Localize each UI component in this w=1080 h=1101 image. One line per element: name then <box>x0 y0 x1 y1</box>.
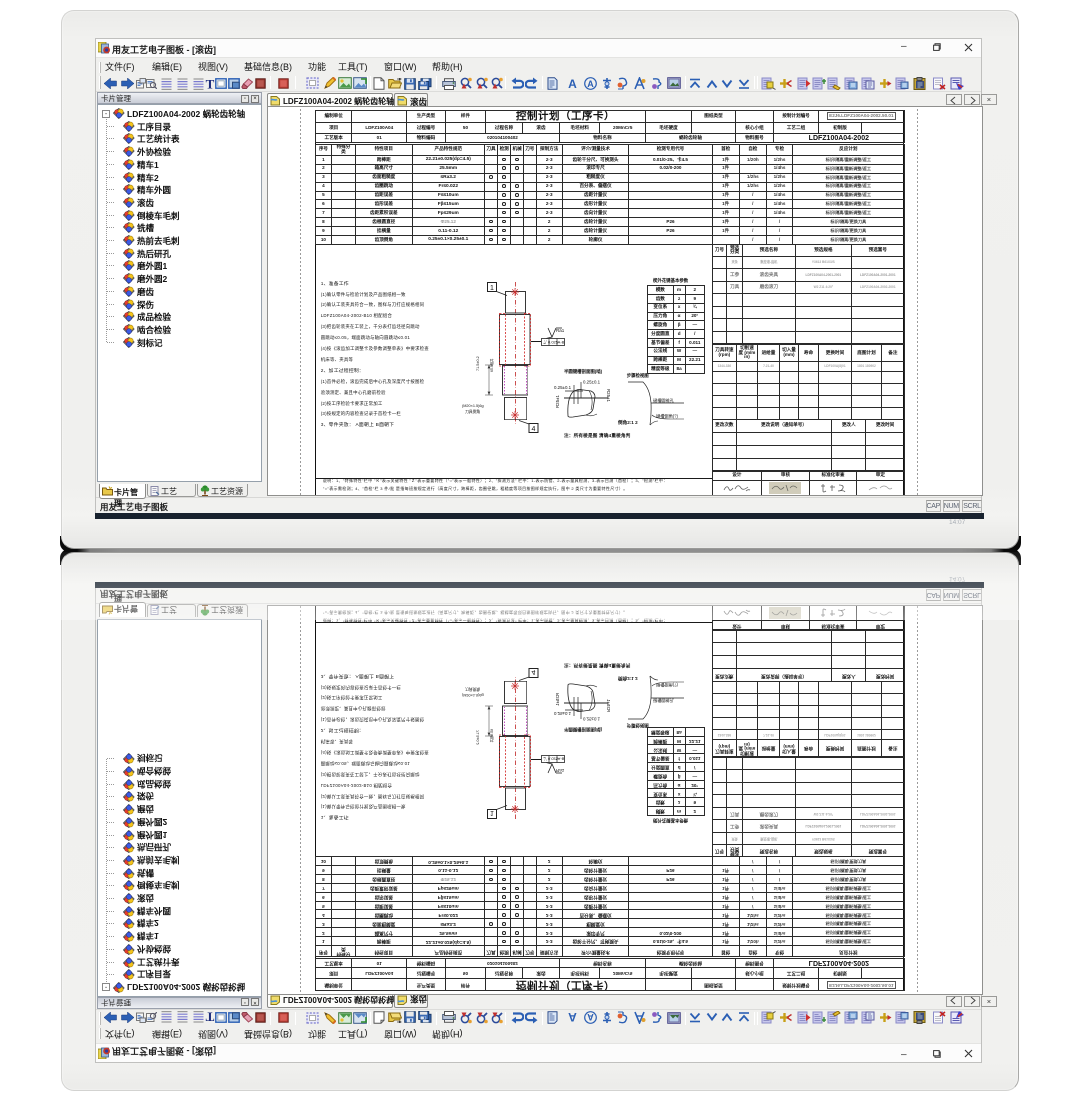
svg-text:0.25±0.1: 0.25±0.1 <box>583 380 601 385</box>
svg-text:Ra1.6: Ra1.6 <box>556 768 564 773</box>
svg-text:倒角2:1 2: 倒角2:1 2 <box>617 419 638 426</box>
svg-text:Ra1.6: Ra1.6 <box>556 328 564 333</box>
svg-text:R25±1: R25±1 <box>606 699 611 712</box>
svg-text:0.25±0.1: 0.25±0.1 <box>554 385 572 390</box>
svg-text:1: 1 <box>490 809 494 816</box>
svg-text:R25±1: R25±1 <box>555 693 560 706</box>
svg-text:1: 1 <box>490 285 494 292</box>
svg-text:R25±1: R25±1 <box>606 389 611 402</box>
svg-text:键槽圆锥孔: 键槽圆锥孔 <box>653 397 675 404</box>
svg-text:4: 4 <box>532 426 536 433</box>
svg-text:A: A <box>568 1012 577 1024</box>
svg-text:A: A <box>587 1012 594 1022</box>
svg-text:键槽圆锥孔: 键槽圆锥孔 <box>653 697 675 704</box>
svg-text:A: A <box>568 77 577 89</box>
svg-text:A: A <box>587 79 594 89</box>
svg-text:T: T <box>206 77 215 90</box>
svg-text:R25±1: R25±1 <box>555 395 560 408</box>
svg-text:0.25±0.1: 0.25±0.1 <box>583 717 601 722</box>
svg-text:T: T <box>206 1011 215 1024</box>
svg-text:A-B: A-B <box>558 339 565 344</box>
svg-text:键槽倒角(?): 键槽倒角(?) <box>656 682 678 689</box>
svg-text:4: 4 <box>532 668 536 675</box>
svg-text:0.25±0.1: 0.25±0.1 <box>554 711 572 716</box>
svg-text:倒角2:1 2: 倒角2:1 2 <box>617 675 638 682</box>
svg-text:A-B: A-B <box>558 757 565 762</box>
svg-text:键槽倒角(?): 键槽倒角(?) <box>656 413 678 420</box>
